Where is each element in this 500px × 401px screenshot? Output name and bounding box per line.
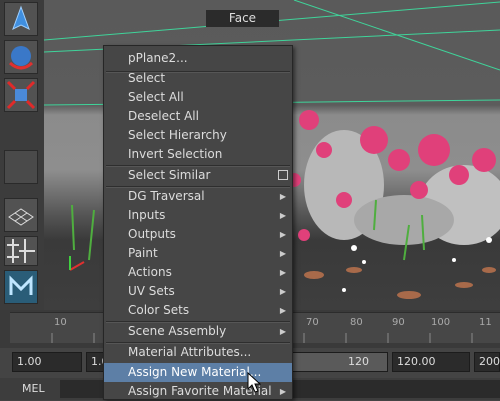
menu-item-invert-selection[interactable]: Invert Selection (104, 145, 292, 164)
menu-item-assign-favorite-material[interactable]: Assign Favorite Material ▶ (104, 382, 292, 401)
tick-label: 10 (54, 317, 67, 328)
submenu-arrow-icon: ▶ (279, 306, 286, 315)
tick-label: 100 (431, 317, 451, 328)
mouse-cursor-icon (247, 372, 261, 393)
submenu-arrow-icon: ▶ (279, 287, 286, 296)
submenu-arrow-icon: ▶ (279, 211, 286, 220)
select-arrow-icon (12, 5, 30, 31)
tick-label: 70 (306, 317, 319, 328)
layout-button[interactable] (4, 236, 38, 266)
rotate-tool-button[interactable] (4, 40, 38, 74)
menu-item-assign-new-material[interactable]: Assign New Material... (104, 363, 292, 382)
paint-label: Paint (128, 246, 158, 260)
tick-label: 11 (479, 317, 492, 328)
option-box-icon[interactable] (278, 170, 288, 180)
axis-gizmo (69, 256, 85, 271)
outputs-label: Outputs (128, 227, 176, 241)
inputs-label: Inputs (128, 208, 166, 222)
animation-end-field[interactable]: 200 (474, 352, 500, 372)
animation-start-field[interactable]: 1.00 (12, 352, 82, 372)
maya-logo-icon (9, 275, 33, 295)
mel-label[interactable]: MEL (10, 380, 54, 398)
color-sets-label: Color Sets (128, 303, 190, 317)
menu-item-color-sets[interactable]: Color Sets ▶ (104, 301, 292, 320)
menu-item-material-attributes[interactable]: Material Attributes... (104, 343, 292, 362)
menu-item-outputs[interactable]: Outputs ▶ (104, 225, 292, 244)
submenu-arrow-icon: ▶ (279, 387, 286, 396)
actions-label: Actions (128, 265, 172, 279)
tick-label: 90 (392, 317, 405, 328)
maya-logo-button[interactable] (4, 270, 38, 304)
context-menu: pPlane2... Select Select All Deselect Al… (103, 45, 293, 400)
submenu-arrow-icon: ▶ (279, 192, 286, 201)
grid-toggle-button[interactable] (4, 198, 38, 232)
dg-traversal-label: DG Traversal (128, 189, 205, 203)
component-mode-label[interactable]: Face (206, 10, 279, 27)
submenu-arrow-icon: ▶ (279, 327, 286, 336)
menu-item-select[interactable]: Select (104, 69, 292, 88)
plane-grid-icon (8, 208, 34, 226)
submenu-arrow-icon: ▶ (279, 230, 286, 239)
left-toolbar (0, 0, 44, 310)
scale-tool-button[interactable] (4, 78, 38, 112)
menu-item-actions[interactable]: Actions ▶ (104, 263, 292, 282)
submenu-arrow-icon: ▶ (279, 249, 286, 258)
playback-end-field[interactable]: 120.00 (392, 352, 470, 372)
scene-assembly-label: Scene Assembly (128, 324, 227, 338)
menu-item-select-all[interactable]: Select All (104, 88, 292, 107)
scale-cube-icon (6, 80, 36, 110)
sphere-icon (8, 46, 34, 70)
tick-label: 80 (350, 317, 363, 328)
menu-item-select-similar[interactable]: Select Similar (104, 166, 292, 185)
uv-sets-label: UV Sets (128, 284, 175, 298)
menu-item-dg-traversal[interactable]: DG Traversal ▶ (104, 187, 292, 206)
menu-item-paint[interactable]: Paint ▶ (104, 244, 292, 263)
layout-grid-icon (7, 239, 35, 263)
range-slider-end[interactable]: 120 (292, 352, 388, 372)
menu-item-inputs[interactable]: Inputs ▶ (104, 206, 292, 225)
select-similar-label: Select Similar (128, 168, 211, 182)
empty-tool-slot[interactable] (4, 150, 38, 184)
menu-title-object[interactable]: pPlane2... (104, 49, 292, 68)
menu-item-scene-assembly[interactable]: Scene Assembly ▶ (104, 322, 292, 341)
menu-item-uv-sets[interactable]: UV Sets ▶ (104, 282, 292, 301)
submenu-arrow-icon: ▶ (279, 268, 286, 277)
menu-item-deselect-all[interactable]: Deselect All (104, 107, 292, 126)
select-tool-button[interactable] (4, 2, 38, 36)
menu-item-select-hierarchy[interactable]: Select Hierarchy (104, 126, 292, 145)
